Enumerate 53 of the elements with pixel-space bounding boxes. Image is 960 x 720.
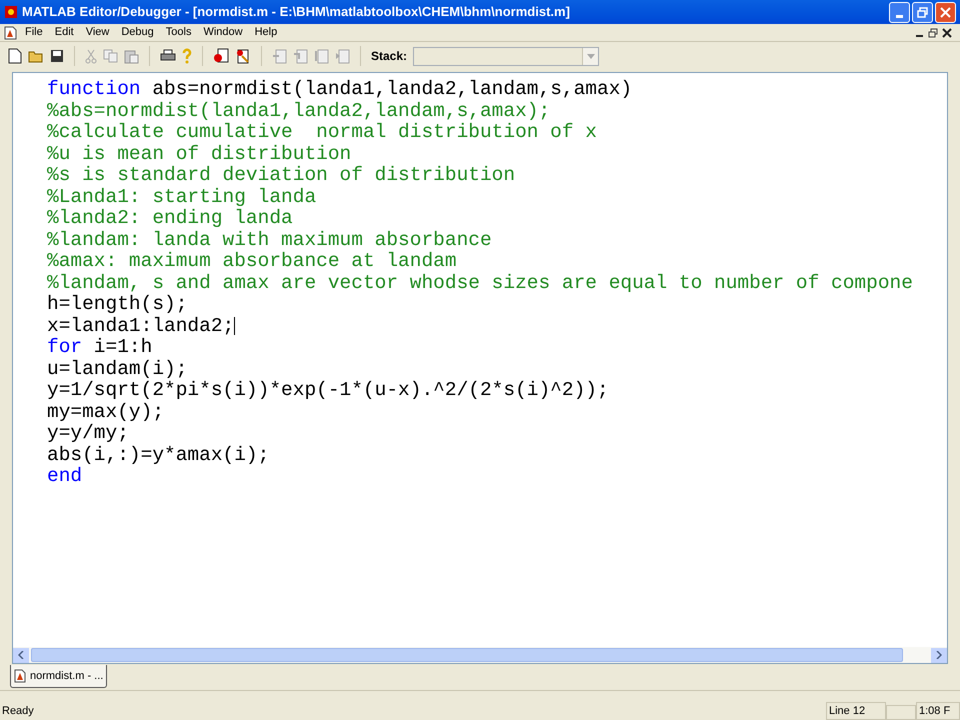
code-line: %landa2: ending landa: [47, 208, 293, 230]
clear-breakpoints-icon[interactable]: [235, 48, 251, 64]
code-line: %u is mean of distribution: [47, 144, 352, 165]
scroll-thumb[interactable]: [31, 648, 903, 662]
code-line: %landam: landa with maximum absorbance: [47, 230, 492, 251]
restore-button[interactable]: [912, 2, 933, 22]
code-line: my=max(y);: [47, 402, 164, 423]
menu-item[interactable]: Window: [197, 24, 249, 41]
line-indicator: Line 12: [826, 702, 886, 720]
status-message: Ready: [1, 704, 34, 718]
printer-icon[interactable]: [160, 49, 176, 63]
status-pane: [886, 705, 916, 720]
restore-icon: [917, 6, 928, 18]
code-line: u=landam(i);: [47, 358, 188, 380]
new-file-icon[interactable]: [8, 48, 22, 64]
code-line: %Landa1: starting landa: [47, 186, 316, 208]
close-icon: [940, 6, 951, 18]
close-button[interactable]: [935, 2, 956, 22]
menu-item[interactable]: Tools: [160, 24, 198, 41]
folder-icon[interactable]: [28, 49, 44, 63]
code-line: %landam, s and amax are vector whodse sizes are equal to number of compone: [47, 272, 913, 294]
window-title: MATLAB Editor/Debugger - [normdist.m - E:\BHM\matlabtoolbox\CHEM\bhm\normdist.m]: [22, 3, 570, 22]
code-line: %calculate cumulative normal distribution of x: [47, 122, 597, 144]
code-line: h=length(s);: [47, 294, 188, 316]
code-line: abs(i,:)=y*amax(i);: [47, 444, 270, 466]
stack-label: Stack:: [371, 48, 408, 65]
code-line: y=y/my;: [47, 423, 129, 444]
menu-item[interactable]: Help: [248, 24, 284, 41]
scroll-right-icon[interactable]: [931, 648, 947, 662]
code-line: %s is standard deviation of distribution: [47, 165, 516, 186]
menu-item[interactable]: Debug: [115, 24, 160, 41]
code-line: y=1/sqrt(2*pi*s(i))*exp(-1*(u-x).^2/(2*s(i)^2));: [47, 380, 609, 402]
menu-item[interactable]: File: [19, 24, 49, 41]
minimize-button[interactable]: [889, 2, 910, 22]
file-icon: [14, 669, 26, 683]
restore-icon[interactable]: [928, 28, 938, 38]
app-icon: [4, 5, 18, 19]
code-line: %abs=normdist(landa1,landa2,landam,s,amax);: [47, 100, 550, 122]
file-tab[interactable]: normdist.m - ...: [10, 665, 108, 688]
close-icon[interactable]: [942, 28, 952, 38]
menu-item[interactable]: Edit: [48, 24, 80, 41]
horizontal-scrollbar[interactable]: [13, 647, 947, 663]
clock-indicator: 1:08 F: [916, 702, 960, 720]
code-line: function abs=normdist(landa1,landa2,landam,s,amax): [47, 79, 632, 100]
code-line: end: [47, 466, 82, 488]
document-icon: [4, 26, 17, 40]
save-icon[interactable]: [50, 49, 64, 63]
code-line: x=landa1:landa2;: [47, 316, 236, 337]
scroll-left-icon[interactable]: [13, 648, 29, 662]
breakpoint-icon[interactable]: [213, 48, 229, 64]
code-line: %amax: maximum absorbance at landam: [47, 251, 457, 272]
code-line: for i=1:h: [47, 337, 152, 358]
menu-item[interactable]: View: [80, 24, 116, 41]
